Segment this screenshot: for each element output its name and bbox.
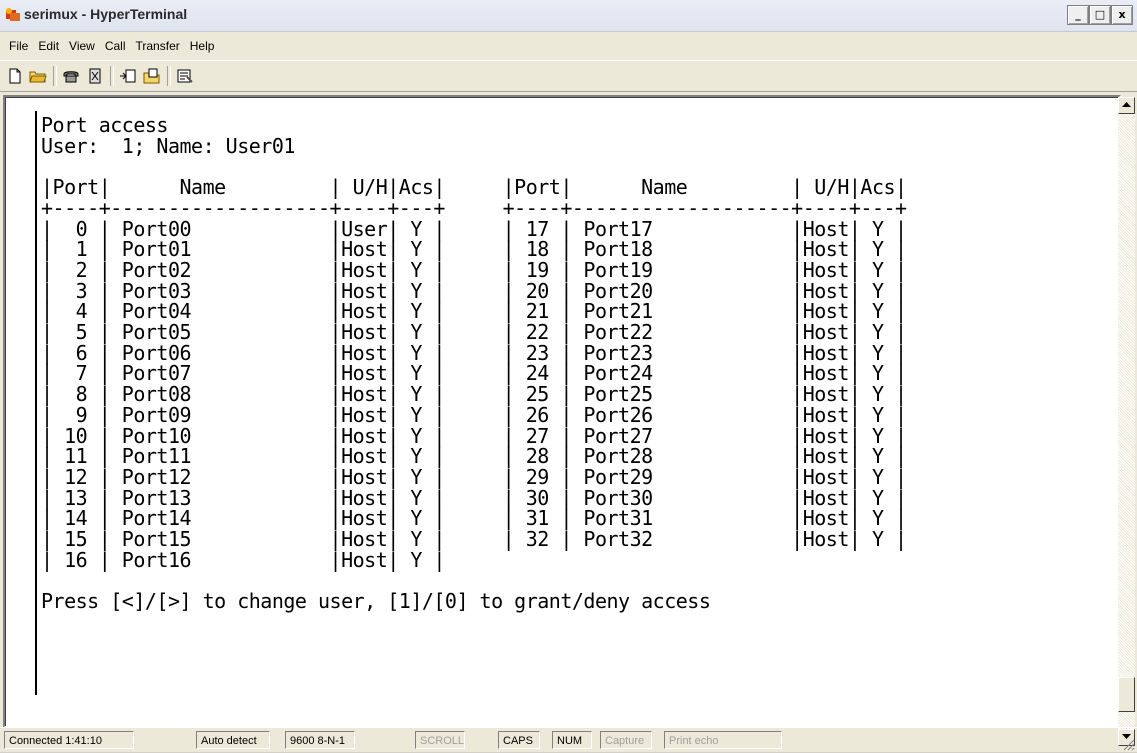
terminal-line: | 6 | Port06 |Host| Y | | 23 | Port23 |H… xyxy=(41,340,907,365)
terminal-line: +----+-------------------+----+---+ +---… xyxy=(41,195,907,220)
terminal-line: | 13 | Port13 |Host| Y | | 30 | Port30 |… xyxy=(41,485,907,510)
status-settings: 9600 8-N-1 xyxy=(285,731,355,749)
vertical-scrollbar[interactable] xyxy=(1118,97,1135,746)
toolbar-separator xyxy=(53,66,57,86)
terminal-line: | 11 | Port11 |Host| Y | | 28 | Port28 |… xyxy=(41,444,907,469)
arrow-up-icon xyxy=(1122,102,1131,107)
new-connection-button[interactable] xyxy=(4,65,26,87)
caption-buttons: _ □ x xyxy=(1067,5,1133,25)
window-title: serimux - HyperTerminal xyxy=(24,6,188,22)
resize-grip-icon[interactable] xyxy=(1123,739,1135,751)
terminal-line: User: 1; Name: User01 xyxy=(41,133,295,158)
open-button[interactable] xyxy=(27,65,49,87)
terminal-line: | 2 | Port02 |Host| Y | | 19 | Port19 |H… xyxy=(41,257,907,282)
status-detect: Auto detect xyxy=(196,731,270,749)
title-bar[interactable]: serimux - HyperTerminal _ □ x xyxy=(0,0,1137,32)
menu-bar: File Edit View Call Transfer Help xyxy=(0,36,219,56)
status-num: NUM xyxy=(552,731,592,749)
terminal-screen[interactable]: Port access User: 1; Name: User01 |Port| N… xyxy=(35,111,1117,695)
receive-file-icon xyxy=(143,68,160,84)
toolbar-separator xyxy=(110,66,114,86)
terminal-line: | 14 | Port14 |Host| Y | | 31 | Port31 |… xyxy=(41,506,907,531)
terminal-line: | 1 | Port01 |Host| Y | | 18 | Port18 |H… xyxy=(41,237,907,262)
call-phone-icon xyxy=(63,71,79,83)
terminal-line: | 0 | Port00 |User| Y | | 17 | Port17 |H… xyxy=(41,216,907,241)
send-file-icon xyxy=(120,69,136,83)
terminal-line: | 12 | Port12 |Host| Y | | 29 | Port29 |… xyxy=(41,464,907,489)
menu-transfer[interactable]: Transfer xyxy=(131,36,185,56)
terminal-line: |Port| Name | U/H|Acs| |Port| Name | U/H… xyxy=(41,175,907,200)
scroll-track[interactable] xyxy=(1118,114,1135,729)
terminal-line: | 10 | Port10 |Host| Y | | 27 | Port27 |… xyxy=(41,423,907,448)
status-scroll: SCROLL xyxy=(415,731,465,749)
call-button[interactable] xyxy=(60,65,82,87)
terminal-line: | 9 | Port09 |Host| Y | | 26 | Port26 |H… xyxy=(41,402,907,427)
menu-edit[interactable]: Edit xyxy=(33,36,64,56)
menu-view[interactable]: View xyxy=(64,36,100,56)
terminal-line: Port access xyxy=(41,113,168,137)
terminal-line: | 3 | Port03 |Host| Y | | 20 | Port20 |H… xyxy=(41,278,907,303)
status-capture: Capture xyxy=(600,731,652,749)
maximize-button[interactable]: □ xyxy=(1089,5,1111,25)
status-bar: Connected 1:41:10 Auto detect 9600 8-N-1… xyxy=(0,727,1137,753)
terminal-line: | 16 | Port16 |Host| Y | xyxy=(41,547,445,572)
status-print-echo: Print echo xyxy=(664,731,782,749)
open-folder-icon xyxy=(29,71,47,83)
hyperterminal-window: serimux - HyperTerminal _ □ x File Edit … xyxy=(0,0,1137,752)
status-connected: Connected 1:41:10 xyxy=(4,731,134,749)
receive-button[interactable] xyxy=(141,65,163,87)
terminal-panel[interactable]: Port access User: 1; Name: User01 |Port| N… xyxy=(3,95,1121,728)
terminal-line: | 5 | Port05 |Host| Y | | 22 | Port22 |H… xyxy=(41,320,907,344)
terminal-line: | 4 | Port04 |Host| Y | | 21 | Port21 |H… xyxy=(41,299,907,324)
menu-file[interactable]: File xyxy=(4,36,33,56)
menu-help[interactable]: Help xyxy=(185,36,220,56)
properties-button[interactable] xyxy=(174,65,196,87)
scroll-thumb[interactable] xyxy=(1118,677,1135,712)
properties-icon xyxy=(177,69,193,83)
minimize-button[interactable]: _ xyxy=(1067,5,1089,25)
terminal-line: | 7 | Port07 |Host| Y | | 24 | Port24 |H… xyxy=(41,361,907,386)
terminal-line: | 15 | Port15 |Host| Y | | 32 | Port32 |… xyxy=(41,527,907,551)
terminal-line: Press [<]/[>] to change user, [1]/[0] to… xyxy=(41,589,711,614)
disconnect-icon xyxy=(89,68,101,84)
terminal-line: | 8 | Port08 |Host| Y | | 25 | Port25 |H… xyxy=(41,382,907,407)
toolbar xyxy=(0,60,1137,92)
disconnect-button[interactable] xyxy=(84,65,106,87)
new-connection-icon xyxy=(9,68,21,84)
close-button[interactable]: x xyxy=(1111,5,1133,25)
status-caps: CAPS xyxy=(498,731,540,749)
hyperterminal-app-icon xyxy=(6,8,20,21)
toolbar-separator xyxy=(167,66,171,86)
scroll-up-button[interactable] xyxy=(1118,97,1135,114)
menu-call[interactable]: Call xyxy=(100,36,131,56)
send-button[interactable] xyxy=(117,65,139,87)
